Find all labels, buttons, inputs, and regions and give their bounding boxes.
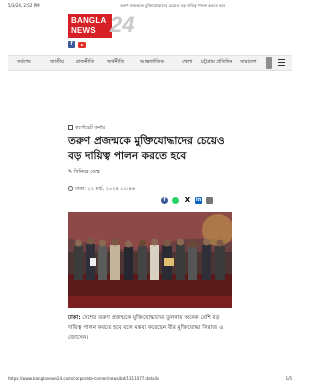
- nav-item-countrywide[interactable]: সারাদেশ: [240, 59, 264, 67]
- print-footer: https://www.banglanews24.com/corporate-c…: [8, 376, 292, 384]
- share-facebook-icon[interactable]: f: [161, 197, 168, 204]
- home-icon[interactable]: [68, 125, 73, 130]
- logo-text-line1: BANGLA: [71, 16, 107, 25]
- print-page-number: 1/5: [285, 376, 292, 381]
- article-photo: [68, 212, 232, 308]
- event-photo-illustration: [68, 212, 232, 308]
- article-dateline: ঢাকা: ১২ মার্চ, ২০২৪ ০০:৪৬: [68, 186, 135, 194]
- logo-text-line2: NEWS: [71, 26, 96, 35]
- dateline-text: ঢাকা: ১২ মার্চ, ২০২৪ ০০:৪৬: [75, 186, 135, 192]
- nav-scroll-handle[interactable]: [266, 57, 272, 69]
- youtube-icon[interactable]: [78, 42, 86, 48]
- print-page-title: তরুণ প্রজন্মকে মুক্তিযোদ্ধাদের চেয়েও বড…: [120, 3, 226, 8]
- facebook-icon[interactable]: f: [68, 41, 75, 48]
- pencil-icon: ✎: [68, 169, 73, 175]
- site-logo[interactable]: BANGLA NEWS 24: [68, 12, 135, 38]
- share-x-icon[interactable]: X: [184, 197, 191, 204]
- nav-item-economy[interactable]: অর্থনীতি: [107, 59, 124, 67]
- article-body: ঢাকা: দেশের তরুণ প্রজন্মকে মুক্তিযোদ্ধাদ…: [68, 313, 234, 343]
- byline-author: সিনিয়র ডেস্ক: [73, 169, 100, 175]
- clock-icon: [68, 186, 73, 191]
- nav-item-politics[interactable]: রাজনীতি: [76, 59, 94, 67]
- article-byline: ✎ সিনিয়র ডেস্ক: [68, 169, 100, 177]
- nav-item-latest[interactable]: সর্বশেষ: [17, 59, 31, 67]
- breadcrumb-category[interactable]: কর্পোরেট কর্নার: [75, 125, 105, 131]
- print-date: 5/3/24, 2:52 PM: [8, 3, 40, 8]
- article-headline: তরুণ প্রজন্মকে মুক্তিযোদ্ধাদের চেয়েও বড…: [68, 135, 225, 162]
- breadcrumb: কর্পোরেট কর্নার: [68, 125, 105, 133]
- share-whatsapp-icon[interactable]: [172, 197, 179, 204]
- nav-item-sports[interactable]: খেলা: [182, 59, 193, 67]
- body-lead: ঢাকা:: [68, 315, 81, 321]
- print-url: https://www.banglanews24.com/corporate-c…: [8, 376, 159, 381]
- hamburger-menu-icon[interactable]: [278, 59, 285, 66]
- body-text: দেশের তরুণ প্রজন্মকে মুক্তিযোদ্ধাদের তুল…: [68, 315, 224, 341]
- nav-item-chattogram[interactable]: চট্টগ্রাম প্রতিদিন: [201, 59, 232, 67]
- logo-number: 24: [110, 12, 135, 37]
- share-linkedin-icon[interactable]: in: [195, 197, 202, 204]
- nav-item-national[interactable]: জাতীয়: [50, 59, 64, 67]
- print-header: 5/3/24, 2:52 PM তরুণ প্রজন্মকে মুক্তিযোদ…: [8, 3, 292, 11]
- share-email-icon[interactable]: [206, 197, 213, 204]
- main-nav: সর্বশেষ জাতীয় রাজনীতি অর্থনীতি আন্তর্জা…: [8, 55, 292, 71]
- nav-item-international[interactable]: আন্তর্জাতিক: [140, 59, 164, 67]
